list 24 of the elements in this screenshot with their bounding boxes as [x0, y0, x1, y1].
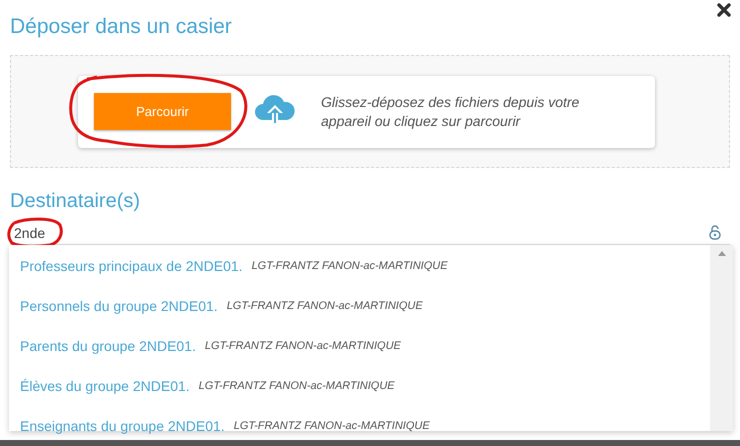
- suggestion-item[interactable]: Personnels du groupe 2NDE01. LGT-FRANTZ FANON-ac-MARTINIQUE: [9, 286, 710, 326]
- section-heading: Destinataire(s): [10, 189, 140, 214]
- school-name: LGT-FRANTZ FANON-ac-MARTINIQUE: [198, 380, 395, 392]
- suggestion-item[interactable]: Enseignants du groupe 2NDE01. LGT-FRANTZ FANON-ac-MARTINIQUE: [9, 406, 710, 446]
- school-name: LGT-FRANTZ FANON-ac-MARTINIQUE: [252, 260, 448, 272]
- scroll-up-icon[interactable]: [718, 251, 726, 256]
- group-name: Élèves du groupe 2NDE01.: [20, 378, 190, 394]
- scrollbar[interactable]: [710, 245, 733, 431]
- drop-hint: Glissez-déposez des fichiers depuis votre appareil ou cliquez sur parcourir: [321, 92, 580, 130]
- group-name: Professeurs principaux de 2NDE01.: [20, 258, 243, 274]
- suggestion-item[interactable]: Élèves du groupe 2NDE01. LGT-FRANTZ FANON-ac-MARTINIQUE: [9, 366, 710, 406]
- recipient-field[interactable]: 2nde: [10, 223, 214, 243]
- lock-icon: [709, 224, 721, 240]
- drop-zone[interactable]: Parcourir Glissez-déposez des fichiers depuis votre appareil ou cliquez sur parcourir: [10, 55, 730, 168]
- group-name: Enseignants du groupe 2NDE01.: [20, 418, 225, 434]
- suggestion-item[interactable]: Professeurs principaux de 2NDE01. LGT-FRANTZ FANON-ac-MARTINIQUE: [9, 246, 710, 286]
- group-name: Parents du groupe 2NDE01.: [20, 338, 196, 354]
- school-name: LGT-FRANTZ FANON-ac-MARTINIQUE: [204, 340, 401, 352]
- close-icon[interactable]: [716, 2, 732, 18]
- group-name: Personnels du groupe 2NDE01.: [20, 298, 218, 314]
- dialog-title: Déposer dans un casier: [10, 14, 232, 40]
- suggestion-item[interactable]: Parents du groupe 2NDE01. LGT-FRANTZ FANON-ac-MARTINIQUE: [9, 326, 710, 366]
- school-name: LGT-FRANTZ FANON-ac-MARTINIQUE: [234, 420, 430, 432]
- school-name: LGT-FRANTZ FANON-ac-MARTINIQUE: [226, 300, 423, 312]
